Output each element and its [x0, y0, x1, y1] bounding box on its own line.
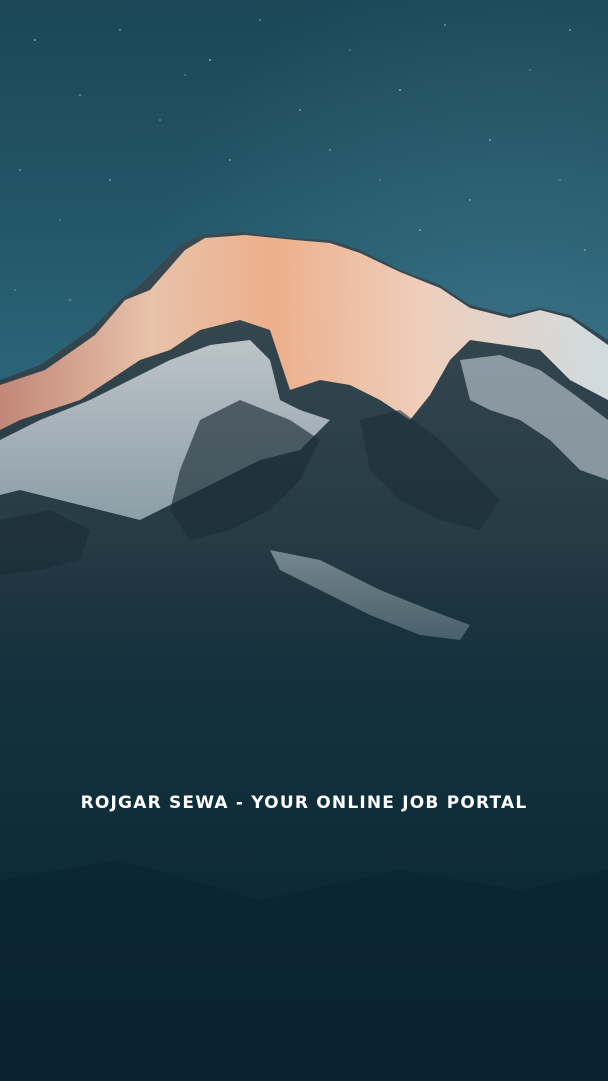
splash-screen: ROJGAR SEWA - YOUR ONLINE JOB PORTAL [0, 0, 608, 1081]
splash-title: ROJGAR SEWA - YOUR ONLINE JOB PORTAL [80, 793, 528, 813]
mountain-background-image [0, 19, 608, 1081]
